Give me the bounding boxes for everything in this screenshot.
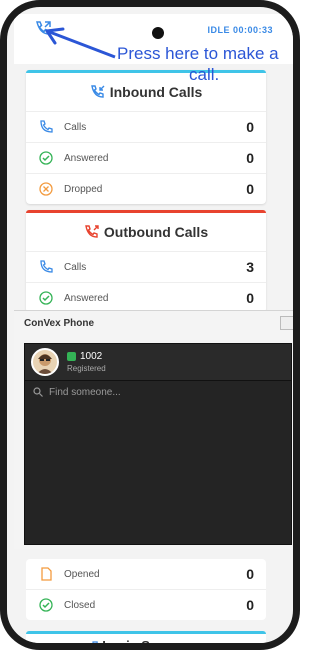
outbound-calls-row: Calls 3 (26, 251, 266, 282)
hint-line-2: call. (189, 65, 220, 84)
login-summary-title: ▯ Login Summary (26, 634, 266, 650)
extension-info: 1002 Registered (67, 351, 106, 373)
login-title-text: Login Summary (102, 638, 201, 650)
phone-outgoing-icon (85, 225, 99, 238)
registration-status: Registered (67, 364, 106, 373)
row-value: 3 (246, 259, 254, 275)
panel-toggle-button[interactable] (280, 316, 293, 330)
extension-number-line: 1002 (67, 351, 106, 362)
check-circle-icon (38, 290, 54, 306)
search-placeholder: Find someone... (49, 386, 121, 398)
cancel-circle-icon (38, 181, 54, 197)
annotation-arrow (45, 27, 116, 59)
row-label: Answered (64, 152, 109, 164)
check-circle-icon (38, 150, 54, 166)
inbound-answered-row: Answered 0 (26, 142, 266, 173)
power-button (297, 150, 300, 190)
camera-notch (152, 27, 164, 39)
row-value: 0 (246, 150, 254, 166)
closed-row: Closed 0 (26, 589, 266, 620)
convex-phone-panel: ConVex Phone 1002 Registered Find someon… (14, 310, 293, 549)
softphone-body: 1002 Registered Find someone... (24, 343, 292, 545)
opened-row: Opened 0 (26, 559, 266, 589)
row-label: Dropped (64, 183, 103, 195)
outbound-answered-row: Answered 0 (26, 282, 266, 313)
idle-status: IDLE 00:00:33 (207, 25, 273, 35)
row-value: 0 (246, 119, 254, 135)
convex-title: ConVex Phone (24, 317, 95, 329)
row-label: Answered (64, 292, 109, 304)
outbound-title: Outbound Calls (26, 213, 266, 251)
check-circle-icon (38, 597, 54, 613)
inbound-calls-row: Calls 0 (26, 111, 266, 142)
phone-incoming-icon (90, 85, 105, 98)
row-value: 0 (246, 181, 254, 197)
hint-annotation: Press here to make a call. (117, 43, 293, 85)
login-summary-card: ▯ Login Summary (26, 631, 266, 650)
inbound-dropped-row: Dropped 0 (26, 173, 266, 204)
inbound-title-text: Inbound Calls (109, 84, 203, 100)
document-icon (38, 566, 54, 582)
phone-icon (38, 259, 54, 275)
tickets-card: Opened 0 Closed 0 (26, 559, 266, 620)
search-field[interactable]: Find someone... (25, 381, 291, 403)
phone-badge-icon (67, 352, 76, 361)
inbound-calls-card: Inbound Calls Calls 0 Answered 0 Dropped… (26, 70, 266, 204)
row-label: Calls (64, 121, 87, 133)
extension-row[interactable]: 1002 Registered (25, 344, 291, 381)
row-label: Closed (64, 599, 96, 611)
clipboard-icon: ▯ (91, 638, 99, 650)
phone-icon (38, 119, 54, 135)
phone-frame: IDLE 00:00:33 Press here to make a call.… (0, 0, 300, 650)
outbound-title-text: Outbound Calls (103, 224, 209, 240)
extension-number: 1002 (80, 351, 103, 362)
row-label: Opened (64, 568, 100, 580)
search-icon (33, 387, 43, 397)
outbound-calls-card: Outbound Calls Calls 3 Answered 0 (26, 210, 266, 313)
row-value: 0 (246, 597, 254, 613)
volume-button (0, 120, 3, 150)
row-label: Calls (64, 261, 87, 273)
hint-line-1: Press here to make a (117, 44, 279, 63)
row-value: 0 (246, 290, 254, 306)
row-value: 0 (246, 566, 254, 582)
avatar (31, 348, 59, 376)
